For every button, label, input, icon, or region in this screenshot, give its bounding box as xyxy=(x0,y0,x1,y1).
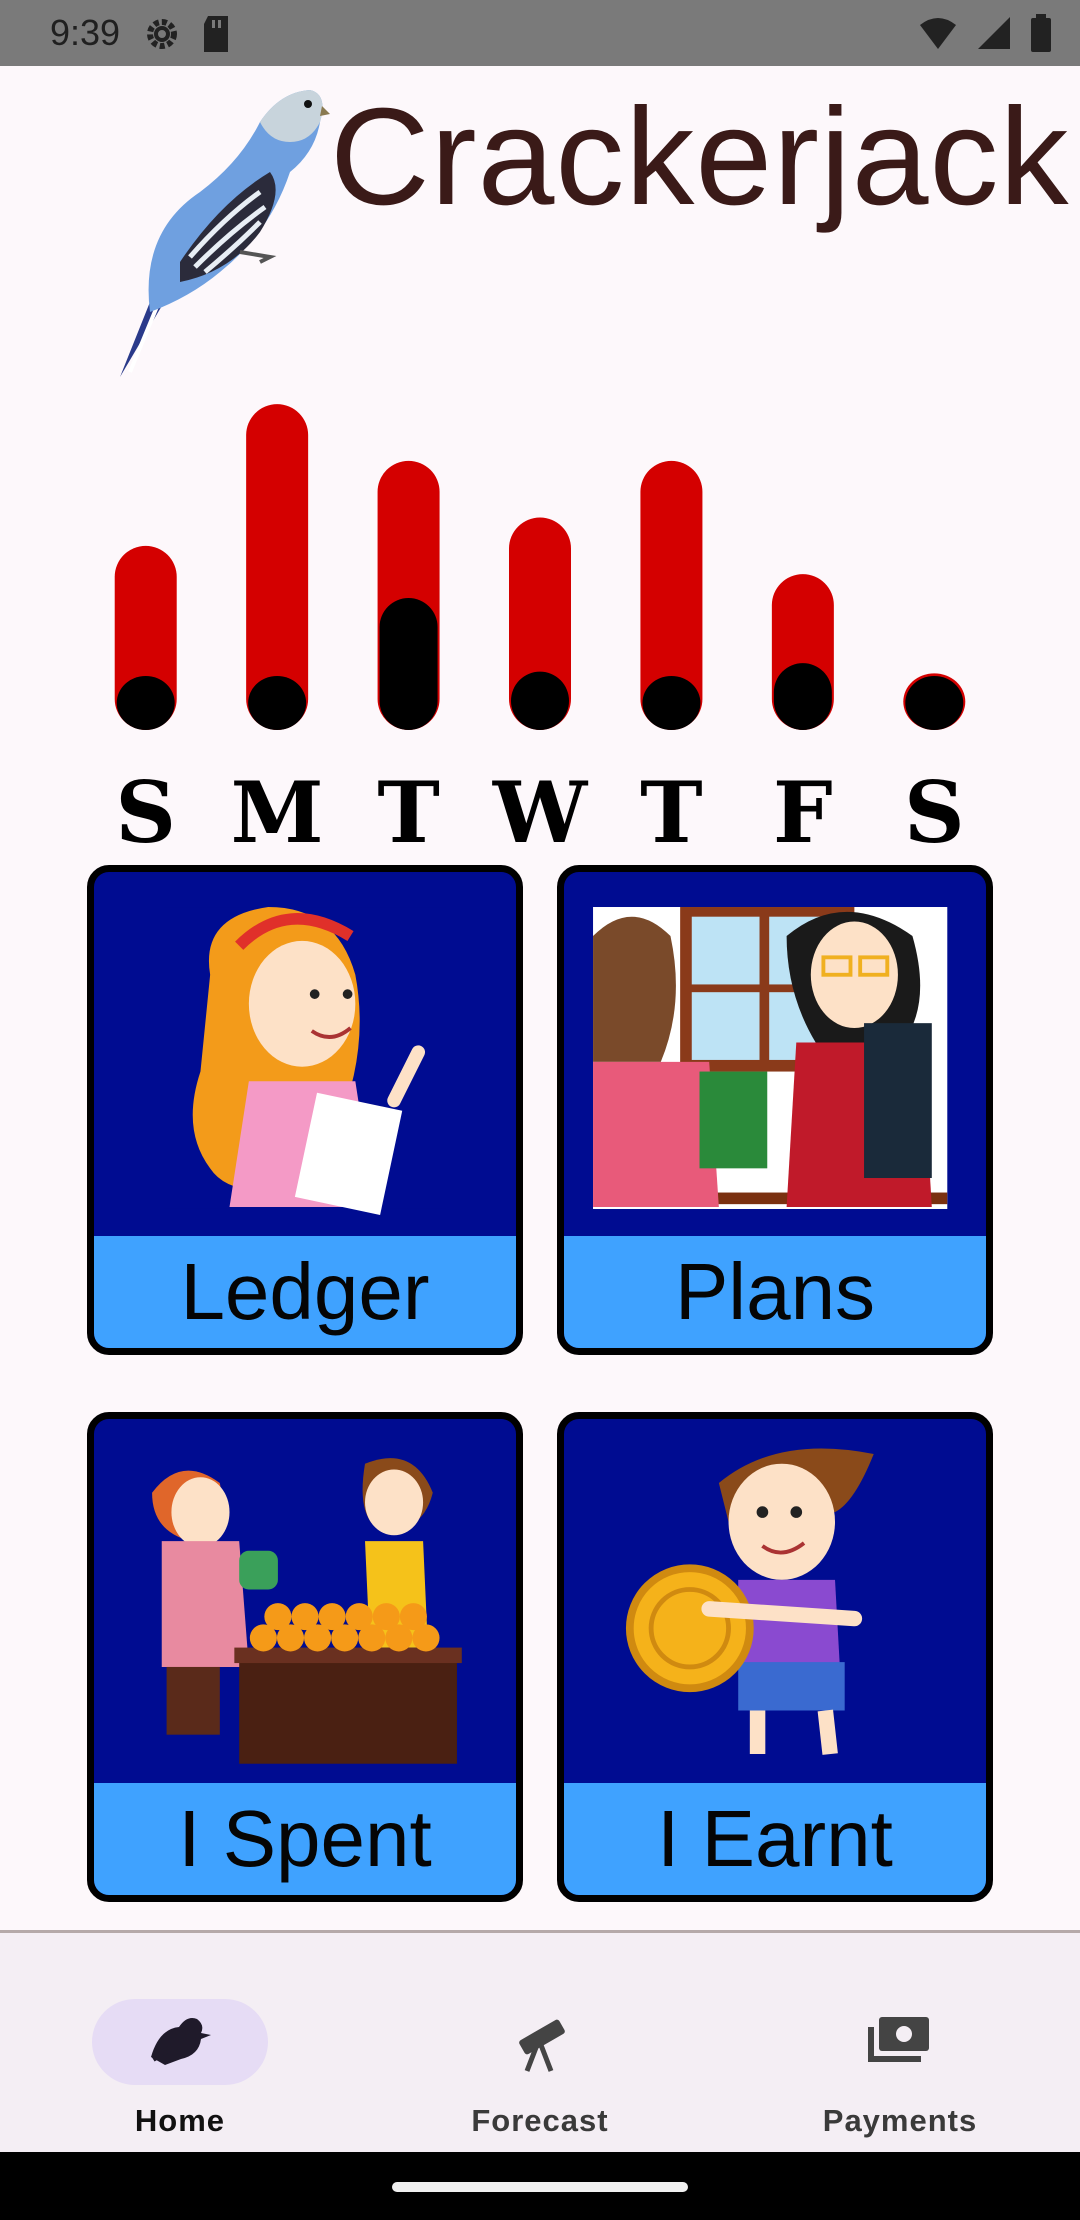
ledger-button[interactable]: Ledger xyxy=(87,865,523,1355)
tile-label: I Spent xyxy=(178,1794,432,1883)
bar-spent xyxy=(642,676,701,730)
settings-gear-icon xyxy=(147,19,177,49)
bar-spent xyxy=(116,676,175,730)
bottom-navigation-bar: Home Forecast Payments xyxy=(0,1930,1080,2152)
tile-label: Ledger xyxy=(180,1247,430,1336)
signal-icon xyxy=(978,17,1010,49)
nav-label: Payments xyxy=(822,2103,978,2138)
status-time: 9:39 xyxy=(50,12,121,53)
i-earnt-label-bar: I Earnt xyxy=(564,1783,986,1895)
nav-payments[interactable]: Payments xyxy=(770,1963,1030,2138)
nav-label: Forecast xyxy=(471,2103,609,2138)
ledger-label-bar: Ledger xyxy=(94,1236,516,1348)
day-tick-label: T xyxy=(640,763,703,850)
day-tick-label: T xyxy=(377,763,440,850)
budgie-logo-icon xyxy=(120,90,330,377)
girl-writing-list-image xyxy=(163,907,447,1215)
status-bar: 9:39 xyxy=(0,0,1080,66)
i-earnt-button[interactable]: I Earnt xyxy=(557,1412,993,1902)
bar-spent xyxy=(773,663,832,730)
day-tick-label: W xyxy=(492,763,589,850)
weekly-spending-chart: SMTWTFS xyxy=(114,404,966,850)
teacher-and-girl-with-books-image xyxy=(593,907,948,1209)
home-gesture-handle[interactable] xyxy=(392,2182,688,2192)
day-tick-label: F xyxy=(773,763,833,850)
battery-icon xyxy=(1031,14,1051,52)
bar-spent xyxy=(248,676,307,730)
bar-spent xyxy=(511,671,569,730)
plans-label-bar: Plans xyxy=(564,1236,986,1348)
plans-button[interactable]: Plans xyxy=(557,865,993,1355)
boy-holding-coin-image xyxy=(625,1448,874,1755)
bar-spent xyxy=(379,598,438,730)
money-icon xyxy=(868,2017,929,2062)
nav-label: Home xyxy=(134,2103,226,2138)
day-tick-label: S xyxy=(904,763,965,850)
i-spent-label-bar: I Spent xyxy=(94,1783,516,1895)
wifi-icon xyxy=(920,18,956,49)
nav-home[interactable]: Home xyxy=(50,1963,310,2138)
tile-label: I Earnt xyxy=(657,1794,893,1883)
app-title: Crackerjack xyxy=(330,80,1070,234)
kids-buying-oranges-image xyxy=(152,1458,462,1764)
telescope-icon xyxy=(519,2019,565,2072)
i-spent-button[interactable]: I Spent xyxy=(87,1412,523,1902)
tile-label: Plans xyxy=(674,1247,876,1336)
nav-forecast[interactable]: Forecast xyxy=(410,1963,670,2138)
bar-spent xyxy=(905,676,964,730)
day-tick-label: M xyxy=(231,763,324,850)
bird-icon xyxy=(151,2018,211,2065)
sd-card-icon xyxy=(204,16,228,52)
day-tick-label: S xyxy=(115,763,176,850)
